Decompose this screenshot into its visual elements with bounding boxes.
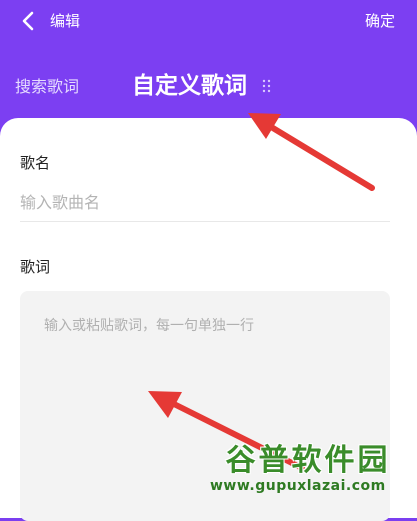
tab-custom-lyrics[interactable]: 自定义歌词: [132, 70, 247, 102]
divider: [20, 221, 390, 222]
watermark-title: 谷普软件园: [225, 443, 391, 478]
confirm-button[interactable]: 确定: [365, 10, 395, 32]
chevron-left-icon[interactable]: [18, 10, 40, 32]
back-button[interactable]: 编辑: [50, 10, 80, 32]
watermark-url: www.gupuxlazai.com: [210, 478, 386, 494]
lyrics-label: 歌词: [20, 258, 51, 276]
watermark-logo: 谷普软件园: [205, 437, 411, 478]
tab-search-lyrics[interactable]: 搜索歌词: [15, 76, 79, 98]
song-name-label: 歌名: [20, 154, 51, 172]
song-name-input[interactable]: [20, 186, 390, 218]
app-header: 编辑 确定 搜索歌词 自定义歌词: [0, 0, 417, 125]
drag-handle-icon: [262, 79, 271, 93]
